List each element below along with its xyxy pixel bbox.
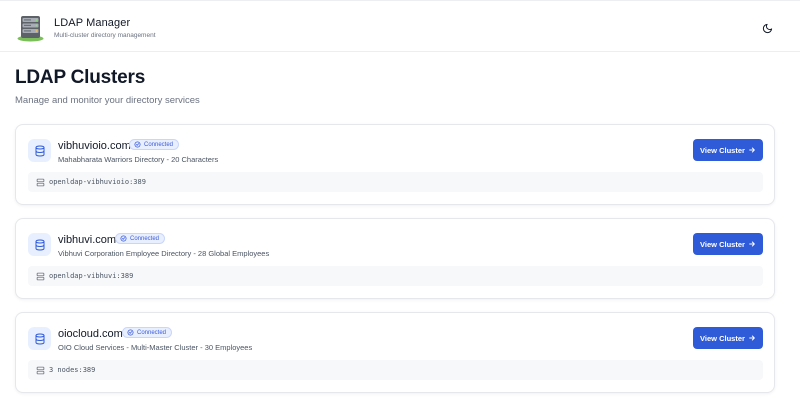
server-icon — [36, 272, 45, 280]
cluster-host: 3 nodes:389 — [28, 360, 763, 380]
arrow-right-icon — [749, 335, 755, 341]
check-circle-icon — [134, 141, 141, 148]
arrow-right-icon — [749, 241, 755, 247]
status-badge-label: Connected — [144, 141, 174, 148]
cluster-description: Vibhuvi Corporation Employee Directory -… — [58, 249, 270, 258]
cluster-description: Mahabharata Warriors Directory - 20 Char… — [58, 155, 219, 164]
cluster-domain: vibhuvioio.com — [58, 140, 131, 152]
page-title: LDAP Clusters — [15, 67, 146, 88]
cluster-host-label: 3 nodes:389 — [49, 366, 96, 374]
server-icon — [36, 178, 45, 186]
cluster-host-label: openldap-vibhuvi:389 — [49, 272, 134, 280]
check-circle-icon — [120, 235, 127, 242]
app-title: LDAP Manager — [54, 17, 131, 29]
arrow-right-icon — [749, 147, 755, 153]
status-badge: Connected — [129, 139, 180, 150]
status-badge-label: Connected — [137, 329, 167, 336]
status-badge-label: Connected — [130, 235, 160, 242]
cluster-card: oiocloud.com Connected OIO Cloud Service… — [15, 312, 775, 393]
status-badge: Connected — [122, 327, 173, 338]
database-icon — [35, 333, 44, 345]
cluster-host: openldap-vibhuvi:389 — [28, 266, 763, 286]
status-badge: Connected — [115, 233, 166, 244]
cluster-icon-tile — [28, 139, 51, 162]
check-circle-icon — [127, 329, 134, 336]
page-subtitle: Manage and monitor your directory servic… — [15, 95, 200, 106]
server-rack-logo-icon — [17, 16, 44, 42]
database-icon — [35, 239, 44, 251]
view-cluster-button-label: View Cluster — [700, 333, 745, 343]
cluster-card: vibhuvioio.com Connected Mahabharata War… — [15, 124, 775, 205]
app-subtitle: Multi-cluster directory management — [54, 32, 156, 39]
cluster-domain: vibhuvi.com — [58, 234, 117, 246]
view-cluster-button[interactable]: View Cluster — [693, 233, 763, 255]
moon-icon — [762, 23, 772, 33]
view-cluster-button[interactable]: View Cluster — [693, 327, 763, 349]
theme-toggle-button[interactable] — [760, 21, 774, 35]
view-cluster-button-label: View Cluster — [700, 239, 745, 249]
cluster-domain: oiocloud.com — [58, 328, 123, 340]
cluster-card: vibhuvi.com Connected Vibhuvi Corporatio… — [15, 218, 775, 299]
database-icon — [35, 145, 44, 157]
server-icon — [36, 366, 45, 374]
cluster-description: OIO Cloud Services - Multi-Master Cluste… — [58, 343, 253, 352]
cluster-host-label: openldap-vibhuvioio:389 — [49, 178, 146, 186]
top-bar: LDAP Manager Multi-cluster directory man… — [0, 0, 800, 52]
cluster-icon-tile — [28, 327, 51, 350]
view-cluster-button-label: View Cluster — [700, 145, 745, 155]
cluster-icon-tile — [28, 233, 51, 256]
cluster-host: openldap-vibhuvioio:389 — [28, 172, 763, 192]
view-cluster-button[interactable]: View Cluster — [693, 139, 763, 161]
